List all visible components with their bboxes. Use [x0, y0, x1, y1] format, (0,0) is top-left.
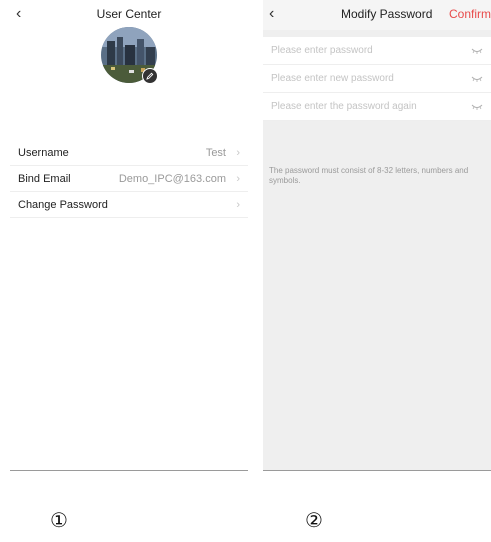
username-label: Username	[18, 146, 69, 159]
eye-closed-icon[interactable]	[469, 47, 483, 55]
eye-closed-icon[interactable]	[469, 75, 483, 83]
user-center-menu: Username Test › Bind Email Demo_IPC@163.…	[10, 140, 248, 218]
current-password-field-row	[263, 37, 491, 65]
password-rule-hint: The password must consist of 8-32 letter…	[269, 166, 469, 185]
user-center-screen: ‹ User Center Username Test › Bind Email…	[10, 0, 248, 471]
chevron-right-icon: ›	[236, 146, 240, 159]
username-value: Test	[205, 146, 226, 159]
username-row[interactable]: Username Test ›	[10, 140, 248, 166]
page-title: User Center	[96, 7, 162, 21]
change-password-row[interactable]: Change Password ›	[10, 192, 248, 218]
bind-email-label: Bind Email	[18, 172, 71, 185]
new-password-field-row	[263, 65, 491, 93]
screen-2-caption: ②	[305, 510, 323, 532]
bind-email-row[interactable]: Bind Email Demo_IPC@163.com ›	[10, 166, 248, 192]
chevron-right-icon: ›	[236, 198, 240, 211]
confirm-password-field-row	[263, 93, 491, 121]
user-center-navbar: ‹ User Center	[10, 0, 248, 30]
modify-password-screen: ‹ Modify Password Confirm The password m…	[263, 0, 491, 471]
confirm-button[interactable]: Confirm	[449, 7, 491, 21]
current-password-input[interactable]	[271, 45, 469, 56]
page-title: Modify Password	[341, 7, 433, 21]
eye-closed-icon[interactable]	[469, 103, 483, 111]
new-password-input[interactable]	[271, 73, 469, 84]
bind-email-value: Demo_IPC@163.com	[118, 172, 226, 185]
screen-1-caption: ①	[50, 510, 68, 532]
password-form	[263, 37, 491, 121]
avatar[interactable]	[101, 27, 158, 84]
modify-password-navbar: ‹ Modify Password Confirm	[263, 0, 491, 30]
chevron-right-icon: ›	[236, 172, 240, 185]
back-arrow-icon[interactable]: ‹	[269, 5, 274, 23]
change-password-label: Change Password	[18, 198, 108, 211]
edit-pencil-icon[interactable]	[142, 68, 158, 84]
confirm-password-input[interactable]	[271, 101, 469, 112]
